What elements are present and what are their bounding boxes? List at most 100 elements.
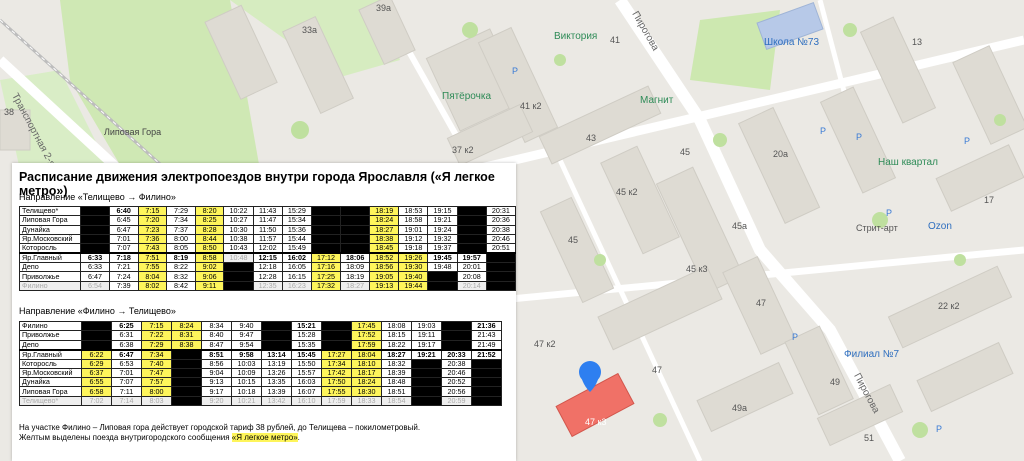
- time-cell: 20:52: [441, 377, 472, 388]
- no-train-cell: [310, 205, 342, 217]
- no-train-cell: [81, 320, 112, 332]
- address-label: 45 к3: [686, 264, 708, 274]
- address-label: 41: [610, 35, 621, 45]
- time-cell: 9:47: [231, 330, 262, 341]
- legend-highlight: «Я легкое метро»: [231, 433, 298, 442]
- time-cell: 10:03: [231, 358, 262, 369]
- no-train-cell: [80, 233, 110, 245]
- time-cell: 8:51: [201, 348, 232, 360]
- no-train-cell: [81, 339, 112, 351]
- poi-nash-kvartal[interactable]: Наш квартал: [878, 158, 938, 168]
- time-cell: 20:46: [441, 367, 472, 379]
- station-cell: Филино: [19, 320, 82, 332]
- poi-school[interactable]: Школа №73: [764, 38, 819, 48]
- address-label: 45а: [732, 221, 748, 231]
- poi-street-art[interactable]: Стрит-арт: [856, 224, 898, 233]
- no-train-cell: [340, 233, 371, 245]
- direction-2-label: Направление «Филино → Телищево»: [19, 306, 176, 316]
- time-cell: 9:40: [231, 320, 262, 332]
- direction-1-label: Направление «Телищево → Филино»: [19, 192, 176, 202]
- schedule-row: Филино 6:25 7:15 8:24 8:34 9:40 15:21 17:45 18:0…: [19, 320, 502, 332]
- time-cell: 9:02: [194, 262, 225, 273]
- address-label: 38: [4, 107, 15, 117]
- time-cell: 15:49: [281, 243, 312, 254]
- time-cell: 10:22: [223, 205, 254, 217]
- no-train-cell: [261, 330, 292, 341]
- time-cell: 19:30: [398, 262, 429, 273]
- time-cell: 9:11: [194, 280, 225, 292]
- no-train-cell: [81, 330, 112, 341]
- station-cell: Яр.Главный: [18, 252, 82, 264]
- station-cell: Яр.Московский: [19, 367, 82, 379]
- time-cell: 19:40: [398, 271, 429, 282]
- time-cell: 8:40: [201, 330, 232, 341]
- poi-pyaterochka[interactable]: Пятёрочка: [442, 92, 491, 102]
- time-cell: 7:29: [141, 339, 172, 351]
- time-cell: 20:33: [441, 348, 472, 360]
- station-cell: Липовая Гора: [18, 215, 82, 226]
- time-cell: 19:11: [411, 330, 442, 341]
- no-train-cell: [471, 367, 502, 379]
- time-cell: 19:37: [427, 243, 458, 254]
- no-train-cell: [427, 271, 458, 282]
- poi-magnit[interactable]: Магнит: [640, 96, 673, 106]
- time-cell: 18:19: [369, 205, 400, 217]
- time-cell: 8:50: [194, 243, 225, 254]
- schedule-row: Которосль 6:29 6:53 7:40 8:56 10:03 13:19 15:50…: [19, 358, 502, 369]
- time-cell: 10:48: [223, 252, 254, 264]
- time-cell: 8:19: [166, 252, 196, 264]
- time-cell: 7:39: [108, 280, 139, 292]
- no-train-cell: [456, 224, 487, 235]
- time-cell: 9:04: [201, 367, 232, 379]
- time-cell: 7:57: [141, 377, 172, 388]
- time-cell: 17:59: [321, 395, 352, 407]
- time-cell: 6:47: [111, 348, 142, 360]
- station-cell: Дунайка: [19, 377, 82, 388]
- time-cell: 13:14: [261, 348, 292, 360]
- time-cell: 6:22: [81, 348, 112, 360]
- address-label: 45: [680, 147, 691, 157]
- time-cell: 20:38: [441, 358, 472, 369]
- time-cell: 16:15: [281, 271, 312, 282]
- time-cell: 8:04: [137, 271, 168, 282]
- time-cell: 18:04: [351, 348, 382, 360]
- time-cell: 8:34: [201, 320, 232, 332]
- time-cell: 7:14: [111, 395, 142, 407]
- time-cell: 20:38: [485, 224, 517, 235]
- no-train-cell: [80, 224, 110, 235]
- time-cell: 19:45: [427, 252, 458, 264]
- time-cell: 16:10: [291, 395, 322, 407]
- time-cell: 13:26: [261, 367, 292, 379]
- no-train-cell: [340, 215, 371, 226]
- parking-icon: P: [964, 136, 971, 146]
- time-cell: 6:45: [108, 215, 139, 226]
- time-cell: 18:24: [351, 377, 382, 388]
- address-label: 47 к2: [534, 339, 556, 349]
- address-label: 47 к3: [585, 417, 607, 427]
- station-label[interactable]: Липовая Гора: [104, 128, 161, 137]
- station-cell: Которосль: [18, 243, 82, 254]
- no-train-cell: [456, 215, 487, 226]
- time-cell: 18:53: [398, 205, 429, 217]
- time-cell: 17:59: [351, 339, 382, 351]
- time-cell: 19:17: [411, 339, 442, 351]
- time-cell: 18:27: [340, 280, 371, 292]
- poi-filial[interactable]: Филиал №7: [844, 350, 899, 360]
- time-cell: 6:33: [80, 262, 110, 273]
- poi-ozon[interactable]: Ozon: [928, 222, 952, 232]
- schedule-row: Яр.Главный 6:33 7:18 7:51 8:19 8:58 10:48 12:15…: [18, 252, 517, 264]
- no-train-cell: [223, 271, 254, 282]
- time-cell: 16:02: [281, 252, 312, 264]
- no-train-cell: [427, 280, 458, 292]
- no-train-cell: [80, 215, 110, 226]
- station-cell: Которосль: [19, 358, 82, 369]
- time-cell: 9:58: [231, 348, 262, 360]
- no-train-cell: [321, 339, 352, 351]
- time-cell: 6:37: [81, 367, 112, 379]
- address-label: 47: [652, 365, 663, 375]
- time-cell: 8:28: [194, 224, 225, 235]
- no-train-cell: [261, 320, 292, 332]
- time-cell: 12:02: [252, 243, 283, 254]
- time-cell: 18:45: [369, 243, 400, 254]
- poi-victoria[interactable]: Виктория: [554, 32, 597, 42]
